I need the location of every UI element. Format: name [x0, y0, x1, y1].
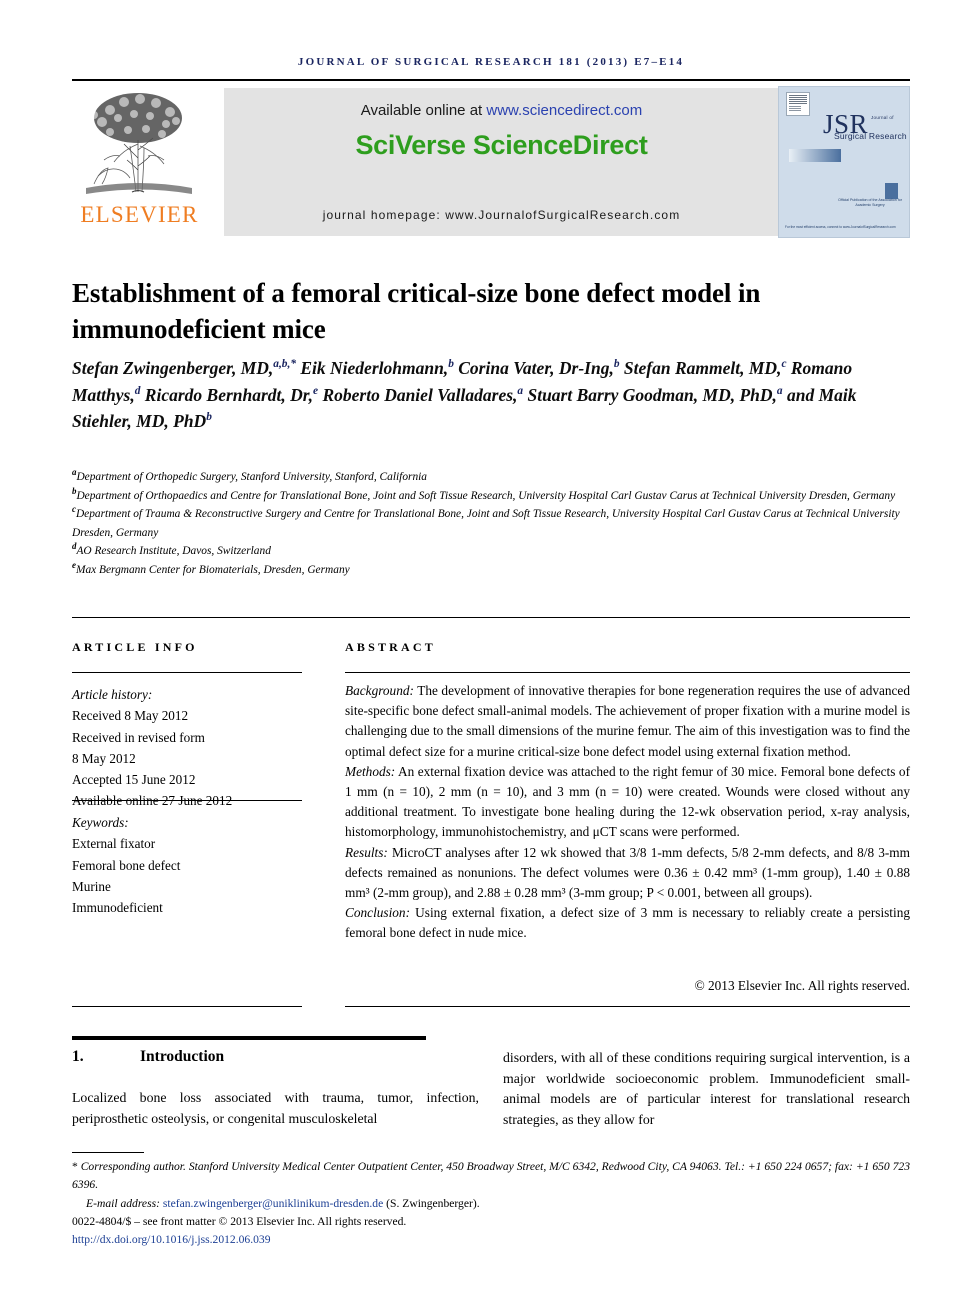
keywords-heading: Keywords:	[72, 815, 129, 830]
article-history-heading: Article history:	[72, 687, 153, 702]
introduction-column-right: disorders, with all of these conditions …	[503, 1050, 910, 1128]
running-head: Journal of Surgical Research 181 (2013) …	[297, 56, 685, 68]
abstract-section-text: An external fixation device was attached…	[345, 763, 910, 840]
doi-link[interactable]: http://dx.doi.org/10.1016/j.jss.2012.06.…	[72, 1231, 910, 1249]
keyword-item: Immunodeficient	[72, 900, 163, 915]
sciencedirect-url[interactable]: www.sciencedirect.com	[486, 102, 642, 119]
footnote-block: * Corresponding author. Stanford Univers…	[72, 1158, 910, 1250]
cover-accent-bar-secondary	[885, 183, 898, 199]
article-history-block: Article history: Received 8 May 2012 Rec…	[72, 684, 307, 812]
sciverse-sciencedirect-brand: SciVerse ScienceDirect	[355, 130, 648, 160]
abstract-section-lead: Methods:	[345, 763, 396, 779]
affiliation-item: cDepartment of Trauma & Reconstructive S…	[72, 505, 910, 542]
affiliation-text: AO Research Institute, Davos, Switzerlan…	[76, 545, 271, 558]
elsevier-logo: ELSEVIER	[72, 86, 207, 238]
abstract-rule-bottom	[345, 1006, 910, 1007]
available-online-prefix: Available online at	[360, 102, 487, 119]
introduction-rule	[72, 1036, 426, 1040]
header-rule	[72, 79, 910, 81]
cover-accent-bar-primary	[789, 149, 841, 162]
keyword-item: Murine	[72, 878, 111, 894]
abstract-copyright: © 2013 Elsevier Inc. All rights reserved…	[694, 978, 910, 993]
article-history-item: Accepted 15 June 2012	[72, 772, 196, 787]
email-address-link[interactable]: stefan.zwingenberger@uniklinikum-dresden…	[163, 1197, 383, 1210]
sciencedirect-band: Available online at www.sciencedirect.co…	[224, 88, 779, 236]
footnote-rule	[72, 1152, 144, 1153]
abstract-section: Methods: An external fixation device was…	[345, 762, 910, 843]
cover-footer-line: For the most efficient access, connect t…	[785, 225, 896, 229]
affiliation-text: Max Bergmann Center for Biomaterials, Dr…	[75, 563, 350, 576]
abstract-section-lead: Conclusion:	[345, 905, 411, 921]
front-matter-note: 0022-4804/$ – see front matter © 2013 El…	[72, 1214, 407, 1228]
corresponding-author-label: Corresponding author.	[77, 1160, 186, 1173]
abstract-section-lead: Background:	[345, 683, 414, 698]
email-address-suffix: (S. Zwingenberger).	[383, 1196, 480, 1210]
masthead: ELSEVIER Available online at www.science…	[72, 86, 910, 238]
article-history-item: 8 May 2012	[72, 750, 136, 766]
affiliation-text: Department of Trauma & Reconstructive Su…	[72, 508, 900, 539]
journal-article-page: Journal of Surgical Research 181 (2013) …	[0, 0, 975, 1305]
article-history-item: Received in revised form	[72, 729, 205, 745]
affiliation-item: dAO Research Institute, Davos, Switzerla…	[72, 542, 910, 561]
article-history-item: Available online 27 June 2012	[72, 793, 233, 809]
affiliation-item: aDepartment of Orthopedic Surgery, Stanf…	[72, 468, 910, 487]
cover-association-line: Official Publication of the Association …	[838, 198, 902, 208]
abstract-label: ABSTRACT	[345, 640, 436, 654]
abstract-section: Background: The development of innovativ…	[345, 681, 910, 762]
available-online-line: Available online at www.sciencedirect.co…	[224, 102, 779, 119]
elsevier-tree-icon	[86, 93, 192, 194]
affiliation-item: eMax Bergmann Center for Biomaterials, D…	[72, 561, 910, 580]
article-info-rule-bottom	[72, 1006, 302, 1007]
abstract-section-text: MicroCT analyses after 12 wk showed that…	[345, 844, 910, 901]
email-address-label: E-mail address:	[86, 1196, 163, 1210]
abstract-section-text: Using external fixation, a defect size o…	[345, 905, 910, 941]
introduction-number: 1.	[72, 1048, 84, 1065]
abstract-block-top-rule	[72, 617, 910, 618]
elsevier-wordmark: ELSEVIER	[80, 202, 199, 227]
cover-elsevier-mark-icon	[786, 92, 810, 116]
keyword-item: External fixator	[72, 836, 156, 852]
corresponding-author-note: * Corresponding author. Stanford Univers…	[72, 1158, 910, 1195]
affiliation-text: Department of Orthopaedics and Centre fo…	[76, 489, 896, 502]
affiliation-list: aDepartment of Orthopedic Surgery, Stanf…	[72, 468, 910, 579]
abstract-body: Background: The development of innovativ…	[345, 681, 910, 944]
corresponding-author-address: Stanford University Medical Center Outpa…	[72, 1160, 911, 1192]
cover-tagline-small: Journal of	[871, 115, 894, 120]
abstract-section: Conclusion: Using external fixation, a d…	[345, 903, 910, 943]
article-info-rule-top	[72, 672, 302, 673]
journal-cover-image: JSR Journal of Surgical Research Officia…	[778, 86, 910, 238]
article-title: Establishment of a femoral critical-size…	[72, 278, 761, 344]
abstract-section: Results: MicroCT analyses after 12 wk sh…	[345, 843, 910, 904]
cover-tagline: Surgical Research	[834, 131, 907, 141]
keywords-block: Keywords: External fixator Femoral bone …	[72, 812, 307, 918]
email-note: E-mail address: stefan.zwingenberger@uni…	[72, 1195, 910, 1213]
journal-homepage-line[interactable]: journal homepage: www.JournalofSurgicalR…	[224, 208, 779, 222]
abstract-section-lead: Results:	[345, 844, 388, 860]
introduction-heading: Introduction	[140, 1048, 225, 1065]
article-info-label: ARTICLE INFO	[72, 640, 198, 654]
affiliation-text: Department of Orthopedic Surgery, Stanfo…	[76, 471, 427, 483]
article-history-item: Received 8 May 2012	[72, 708, 189, 724]
abstract-rule-top	[345, 672, 910, 673]
abstract-section-text: The development of innovative therapies …	[345, 683, 910, 759]
author-list: Stefan Zwingenberger, MD,a,b,* Eik Niede…	[72, 358, 857, 432]
introduction-column-left: Localized bone loss associated with trau…	[72, 1090, 479, 1126]
affiliation-item: bDepartment of Orthopaedics and Centre f…	[72, 486, 910, 506]
keyword-item: Femoral bone defect	[72, 857, 181, 873]
